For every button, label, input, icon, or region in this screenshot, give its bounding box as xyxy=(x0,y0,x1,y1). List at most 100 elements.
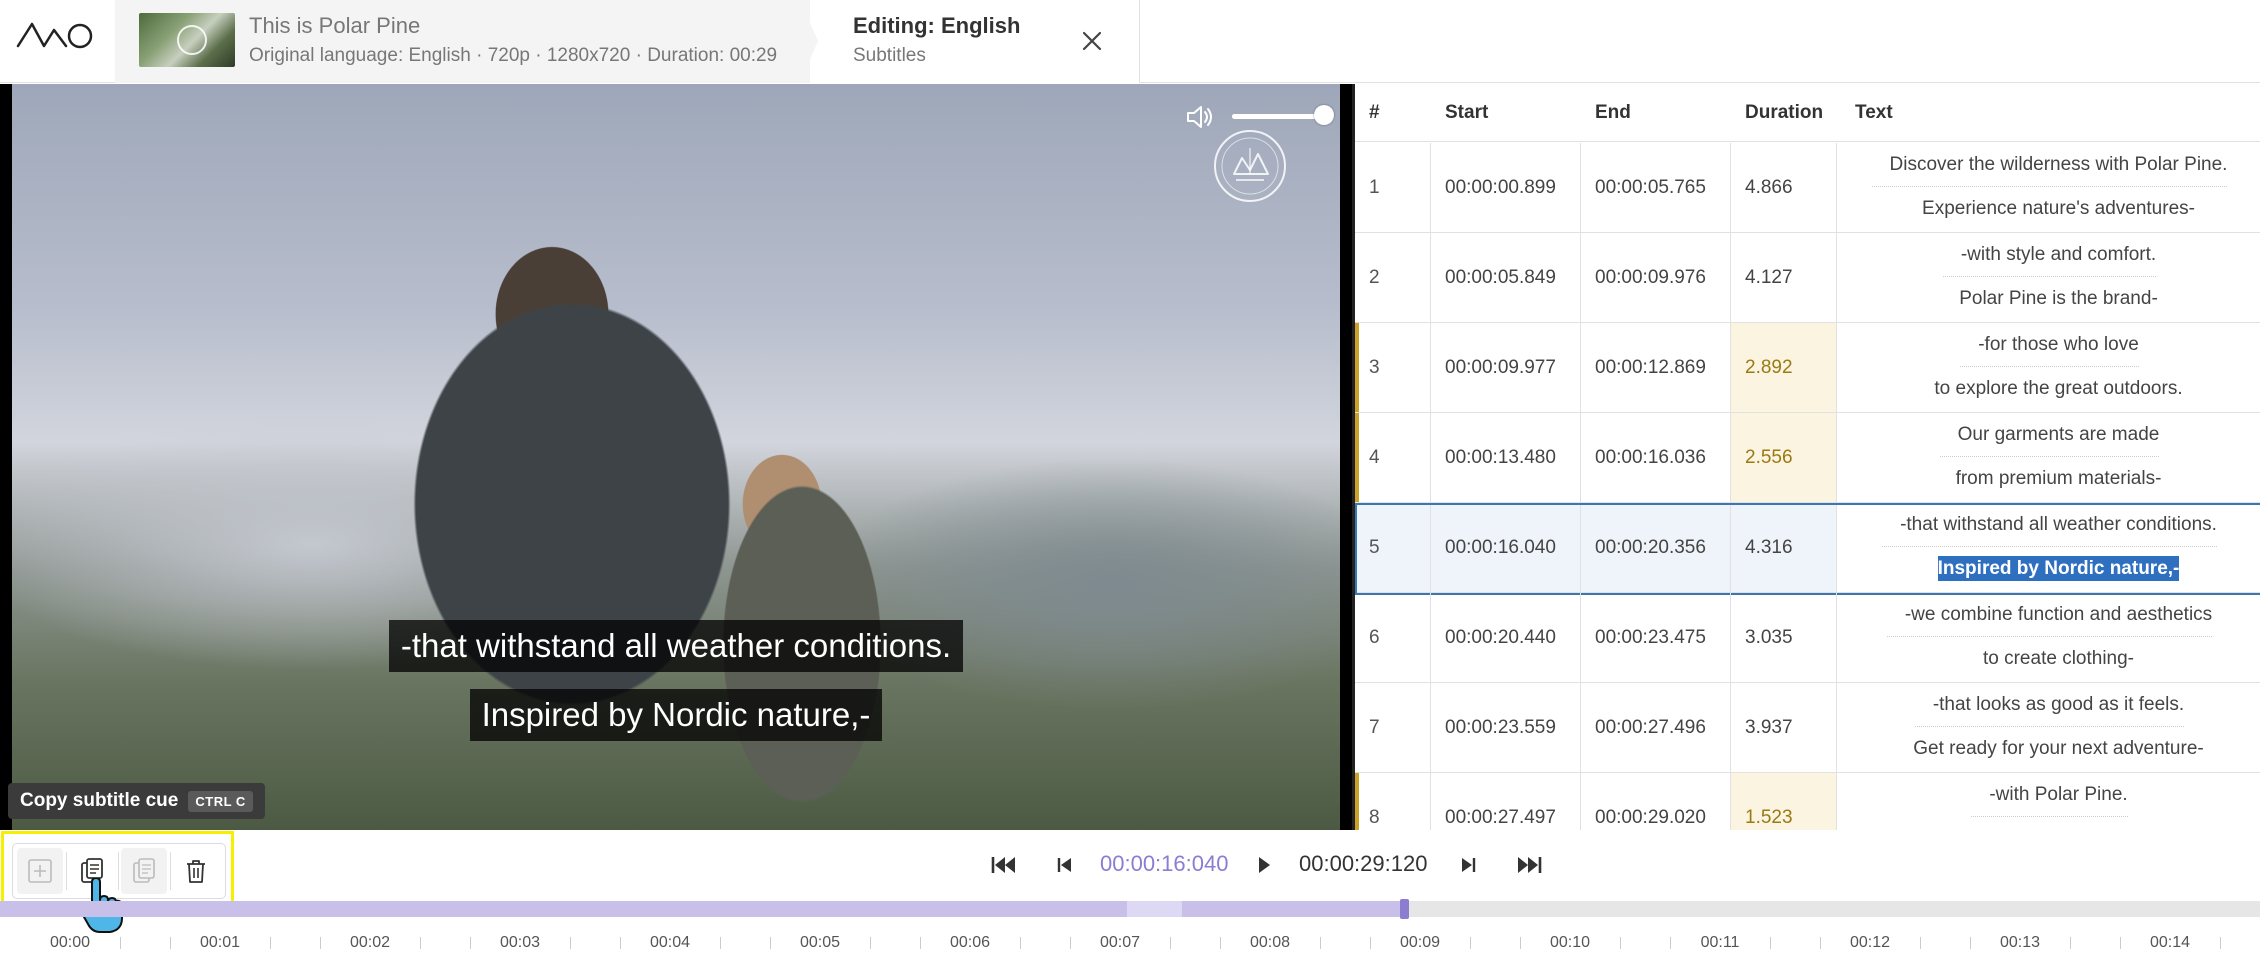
text-line-2[interactable] xyxy=(2041,817,2059,830)
previous-cue-icon[interactable] xyxy=(1047,851,1083,879)
cell-end[interactable]: 00:00:16.036 xyxy=(1581,413,1731,502)
cell-duration: 3.937 xyxy=(1731,683,1837,772)
text-line-1[interactable]: -we combine function and aesthetics xyxy=(1886,593,2213,637)
table-row[interactable]: 4 00:00:13.480 00:00:16.036 2.556 Our garmen… xyxy=(1355,413,2260,503)
timeline-tick-label: 00:10 xyxy=(1549,934,1591,951)
cell-start[interactable]: 00:00:00.899 xyxy=(1431,143,1581,232)
text-line-2[interactable]: from premium materials- xyxy=(1938,457,2162,501)
cell-text[interactable]: -with style and comfort. Polar Pine is th… xyxy=(1837,233,2260,322)
cell-number: 8 xyxy=(1355,773,1431,830)
text-line-1[interactable]: Discover the wilderness with Polar Pine. xyxy=(1871,143,2228,187)
text-line-2[interactable]: Experience nature's adventures- xyxy=(1904,187,2195,231)
text-line-2[interactable]: Get ready for your next adventure- xyxy=(1895,727,2203,771)
cell-end[interactable]: 00:00:29.020 xyxy=(1581,773,1731,830)
text-line-1[interactable]: -that withstand all weather conditions. xyxy=(1882,503,2217,547)
text-line-1[interactable]: Our garments are made xyxy=(1939,413,2160,457)
timeline-tick-label: 00:09 xyxy=(1399,934,1441,951)
timeline-tick-label: 00:04 xyxy=(649,934,691,951)
text-line-1[interactable]: -with Polar Pine. xyxy=(1971,773,2128,817)
table-row[interactable]: 7 00:00:23.559 00:00:27.496 3.937 -that look… xyxy=(1355,683,2260,773)
table-row[interactable]: 8 00:00:27.497 00:00:29.020 1.523 -with Pola… xyxy=(1355,773,2260,830)
table-row[interactable]: 3 00:00:09.977 00:00:12.869 2.892 -for those… xyxy=(1355,323,2260,413)
close-icon[interactable] xyxy=(1075,24,1109,58)
cell-text[interactable]: -that looks as good as it feels. Get read… xyxy=(1837,683,2260,772)
cell-number: 5 xyxy=(1355,503,1431,592)
next-cue-icon[interactable] xyxy=(1450,851,1486,879)
cell-start[interactable]: 00:00:27.497 xyxy=(1431,773,1581,830)
cell-start[interactable]: 00:00:16.040 xyxy=(1431,503,1581,592)
text-line-1[interactable]: -with style and comfort. xyxy=(1942,233,2157,277)
cell-text[interactable]: -for those who love to explore the great … xyxy=(1837,323,2260,412)
cell-start[interactable]: 00:00:05.849 xyxy=(1431,233,1581,322)
table-row[interactable]: 1 00:00:00.899 00:00:05.765 4.866 Discover t… xyxy=(1355,143,2260,233)
text-line-2[interactable]: to create clothing- xyxy=(1965,637,2134,681)
col-text: Text xyxy=(1855,102,1893,123)
skip-to-start-icon[interactable] xyxy=(985,851,1021,879)
cell-number: 1 xyxy=(1355,143,1431,232)
cell-start[interactable]: 00:00:13.480 xyxy=(1431,413,1581,502)
cell-end[interactable]: 00:00:09.976 xyxy=(1581,233,1731,322)
copy-cue-tooltip: Copy subtitle cue CTRL C xyxy=(8,783,265,819)
paste-cue-button[interactable] xyxy=(121,848,167,894)
cell-start[interactable]: 00:00:09.977 xyxy=(1431,323,1581,412)
editing-tab: Editing: English Subtitles xyxy=(810,0,1140,83)
cell-number: 7 xyxy=(1355,683,1431,772)
timeline-tick xyxy=(120,937,121,949)
text-line-2[interactable]: Inspired by Nordic nature,- xyxy=(1920,547,2180,591)
timeline-tick xyxy=(570,937,571,949)
play-icon[interactable] xyxy=(1246,851,1282,879)
add-cue-button[interactable] xyxy=(17,848,63,894)
timeline-tick xyxy=(170,937,171,949)
table-row[interactable]: 2 00:00:05.849 00:00:09.976 4.127 -with styl… xyxy=(1355,233,2260,323)
timeline-tick-label: 00:06 xyxy=(949,934,991,951)
timeline-tick xyxy=(1770,937,1771,949)
caption-line-2: Inspired by Nordic nature,- xyxy=(0,689,1352,741)
tooltip-label: Copy subtitle cue xyxy=(20,790,179,811)
cell-end[interactable]: 00:00:05.765 xyxy=(1581,143,1731,232)
subtitle-table: # Start End Duration Text 1 00:00:00.899 0… xyxy=(1352,84,2260,830)
video-info-panel: This is Polar Pine Original language: En… xyxy=(115,0,810,83)
timeline[interactable]: 00:00 00:01 00:02 00:03 00:04 00:05 00:06 00:07… xyxy=(0,899,2260,966)
volume-knob[interactable] xyxy=(1314,105,1334,125)
skip-to-end-icon[interactable] xyxy=(1512,851,1548,879)
cell-number: 4 xyxy=(1355,413,1431,502)
cell-start[interactable]: 00:00:20.440 xyxy=(1431,593,1581,682)
timeline-playhead[interactable] xyxy=(1400,899,1409,919)
paste-cue-icon xyxy=(133,858,155,883)
cell-end[interactable]: 00:00:20.356 xyxy=(1581,503,1731,592)
cell-text[interactable]: Our garments are made from premium materi… xyxy=(1837,413,2260,502)
timeline-tick xyxy=(720,937,721,949)
caption-line-1: -that withstand all weather conditions. xyxy=(0,620,1352,672)
timeline-tick-label: 00:11 xyxy=(1700,934,1740,951)
volume-icon[interactable] xyxy=(1185,104,1215,130)
volume-slider[interactable] xyxy=(1232,114,1324,119)
timeline-tick-label: 00:02 xyxy=(349,934,391,951)
timeline-tick xyxy=(1170,937,1171,949)
cell-text[interactable]: -we combine function and aesthetics to cr… xyxy=(1837,593,2260,682)
table-row[interactable]: 6 00:00:20.440 00:00:23.475 3.035 -we combin… xyxy=(1355,593,2260,683)
delete-cue-button[interactable] xyxy=(173,848,219,894)
video-player[interactable]: -that withstand all weather conditions. … xyxy=(0,84,1352,830)
col-duration: Duration xyxy=(1745,102,1824,123)
text-line-2[interactable]: to explore the great outdoors. xyxy=(1916,367,2182,411)
logo-icon[interactable] xyxy=(14,16,96,56)
timeline-tick xyxy=(1970,937,1971,949)
cell-duration: 4.127 xyxy=(1731,233,1837,322)
text-line-1[interactable]: -that looks as good as it feels. xyxy=(1914,683,2185,727)
cell-start[interactable]: 00:00:23.559 xyxy=(1431,683,1581,772)
timeline-segment xyxy=(0,901,1127,917)
cell-text[interactable]: Discover the wilderness with Polar Pine.… xyxy=(1837,143,2260,232)
col-start: Start xyxy=(1445,102,1489,123)
cell-end[interactable]: 00:00:23.475 xyxy=(1581,593,1731,682)
cell-end[interactable]: 00:00:12.869 xyxy=(1581,323,1731,412)
timeline-tick xyxy=(320,937,321,949)
timeline-tick xyxy=(470,937,471,949)
timeline-tick-label: 00:03 xyxy=(499,934,541,951)
table-row[interactable]: 5 00:00:16.040 00:00:20.356 4.316 -that with… xyxy=(1355,503,2260,595)
cell-text[interactable]: -that withstand all weather conditions. I… xyxy=(1837,503,2260,592)
cell-text[interactable]: -with Polar Pine. xyxy=(1837,773,2260,830)
text-line-1[interactable]: -for those who love xyxy=(1960,323,2139,367)
text-line-2[interactable]: Polar Pine is the brand- xyxy=(1941,277,2158,321)
cell-duration: 3.035 xyxy=(1731,593,1837,682)
cell-end[interactable]: 00:00:27.496 xyxy=(1581,683,1731,772)
